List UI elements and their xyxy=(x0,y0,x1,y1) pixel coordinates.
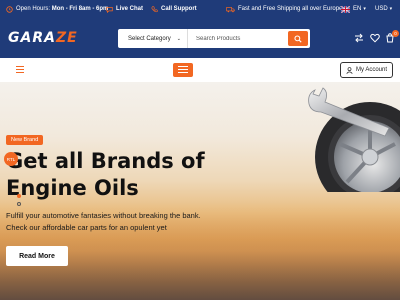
nav-row: My Account xyxy=(0,58,400,82)
live-chat-label: Live Chat xyxy=(116,6,144,12)
read-more-button[interactable]: Read More xyxy=(6,246,68,266)
hero-subtitle-line1: Fulfill your automotive fantasies withou… xyxy=(6,211,201,220)
search-bar: Select Category ⌄ xyxy=(118,29,310,48)
language-selector[interactable]: EN ▾ xyxy=(341,0,366,18)
logo-accent-text: ZE xyxy=(55,30,78,46)
chat-icon xyxy=(106,6,113,13)
hamburger-icon[interactable] xyxy=(16,66,24,73)
user-icon xyxy=(346,66,353,74)
open-hours: Open Hours: Mon - Fri 8am - 6pm xyxy=(6,0,108,18)
chevron-down-icon: ▾ xyxy=(389,6,393,12)
my-account-button[interactable]: My Account xyxy=(340,62,393,78)
cart-button[interactable]: 0 xyxy=(385,30,399,43)
live-chat-link[interactable]: Live Chat xyxy=(106,0,143,18)
shipping-text: Fast and Free Shipping all over Europe xyxy=(238,6,343,12)
truck-icon xyxy=(226,6,235,13)
hero-subtitle-line2: Check our affordable car parts for an op… xyxy=(6,223,167,232)
main-header: GARAZE Select Category ⌄ 0 xyxy=(0,18,400,58)
slider-dots xyxy=(17,194,21,210)
search-icon xyxy=(294,34,302,43)
rtl-toggle[interactable]: RTL xyxy=(4,152,18,166)
call-support-link[interactable]: Call Support xyxy=(151,0,197,18)
top-bar: Open Hours: Mon - Fri 8am - 6pm Live Cha… xyxy=(0,0,400,18)
search-button[interactable] xyxy=(288,31,308,46)
menu-icon[interactable] xyxy=(173,63,193,77)
slider-dot-2[interactable] xyxy=(17,202,21,206)
phone-icon xyxy=(151,5,158,13)
category-select[interactable]: Select Category ⌄ xyxy=(118,29,188,48)
search-input[interactable] xyxy=(188,30,286,47)
compare-icon xyxy=(355,33,363,43)
site-logo[interactable]: GARAZE xyxy=(8,30,78,46)
language-label: EN xyxy=(353,6,362,12)
tire-wrench-image xyxy=(308,87,400,192)
my-account-label: My Account xyxy=(355,67,387,73)
cart-count-badge: 0 xyxy=(392,30,399,37)
new-brand-badge: New Brand xyxy=(6,135,44,145)
currency-selector[interactable]: USD ▾ xyxy=(375,0,392,18)
hero-title: Get all Brands of Engine Oils xyxy=(6,148,246,202)
currency-label: USD xyxy=(375,6,388,12)
compare-button[interactable] xyxy=(354,33,364,43)
open-hours-label: Open Hours: xyxy=(16,6,51,12)
hero-title-line1: Get all Brands of xyxy=(6,149,205,173)
uk-flag-icon xyxy=(341,5,350,13)
hero-banner: New Brand RTL Get all Brands of Engine O… xyxy=(0,82,400,300)
slider-dot-1[interactable] xyxy=(17,194,21,198)
clock-icon xyxy=(6,5,13,13)
shipping-info: Fast and Free Shipping all over Europe xyxy=(226,0,342,18)
open-hours-value: Mon - Fri 8am - 6pm xyxy=(51,6,109,12)
heart-icon xyxy=(370,33,380,43)
call-support-label: Call Support xyxy=(161,6,197,12)
logo-text: GARA xyxy=(8,30,56,46)
hero-title-line2: Engine Oils xyxy=(6,176,139,200)
wishlist-button[interactable] xyxy=(370,33,380,43)
chevron-down-icon: ⌄ xyxy=(176,35,181,42)
chevron-down-icon: ▾ xyxy=(363,6,366,12)
hero-subtitle: Fulfill your automotive fantasies withou… xyxy=(6,210,246,234)
category-select-label: Select Category xyxy=(128,35,171,42)
